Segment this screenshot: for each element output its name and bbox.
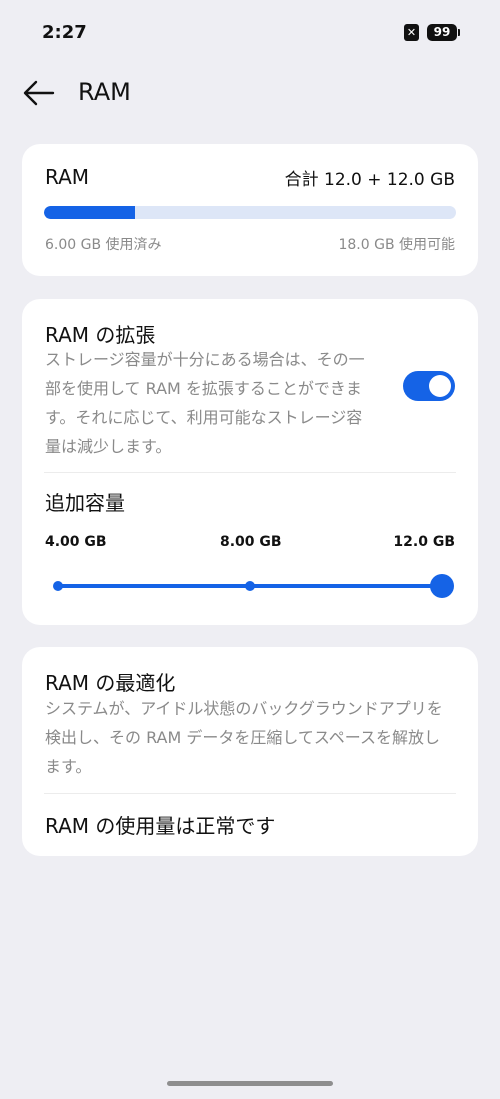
ram-optimization-card[interactable]: RAM の最適化 システムが、アイドル状態のバックグラウンドアプリを検出し、その… — [22, 647, 478, 856]
ram-available-text: 18.0 GB 使用可能 — [338, 237, 455, 253]
slider-stop[interactable] — [245, 581, 255, 591]
status-bar: 2:27 ✕ 99 — [0, 0, 500, 64]
divider — [44, 793, 456, 794]
ram-usage-bar-fill — [44, 206, 136, 219]
ram-optimization-description: システムが、アイドル状態のバックグラウンドアプリを検出し、その RAM データを… — [45, 699, 443, 776]
ram-total: 合計 12.0 + 12.0 GB — [284, 170, 455, 190]
arrow-left-icon — [23, 80, 55, 106]
ram-usage-status: RAM の使用量は正常です — [45, 814, 276, 838]
slider-thumb[interactable] — [430, 574, 454, 598]
x-icon: ✕ — [404, 24, 419, 41]
ram-usage-card: RAM 合計 12.0 + 12.0 GB 6.00 GB 使用済み 18.0 … — [22, 144, 478, 276]
home-indicator[interactable] — [167, 1081, 333, 1086]
ram-expansion-card: RAM の拡張 ストレージ容量が十分にある場合は、その一部を使用して RAM を… — [22, 299, 478, 625]
battery-level: 99 — [427, 24, 457, 41]
back-button[interactable] — [22, 76, 56, 110]
capacity-option-12gb: 12.0 GB — [393, 534, 455, 550]
toggle-knob — [429, 375, 451, 397]
ram-usage-bar — [44, 206, 456, 219]
additional-capacity-title: 追加容量 — [45, 491, 125, 515]
divider — [44, 472, 456, 473]
header: RAM — [0, 66, 500, 120]
ram-optimization-title: RAM の最適化 — [45, 671, 176, 695]
slider-stop[interactable] — [53, 581, 63, 591]
status-icons: ✕ 99 — [404, 24, 460, 41]
capacity-slider[interactable] — [53, 571, 454, 601]
battery-tip — [458, 29, 460, 36]
ram-usage-label: RAM — [45, 165, 90, 189]
ram-expansion-toggle[interactable] — [403, 371, 455, 401]
status-time: 2:27 — [42, 22, 87, 43]
capacity-option-4gb: 4.00 GB — [45, 534, 107, 550]
ram-used-text: 6.00 GB 使用済み — [45, 237, 162, 253]
capacity-option-8gb: 8.00 GB — [220, 534, 282, 550]
ram-expansion-description: ストレージ容量が十分にある場合は、その一部を使用して RAM を拡張することがで… — [45, 350, 365, 456]
page-title: RAM — [78, 78, 131, 106]
battery-icon: 99 — [427, 24, 460, 41]
ram-expansion-title: RAM の拡張 — [45, 323, 156, 347]
